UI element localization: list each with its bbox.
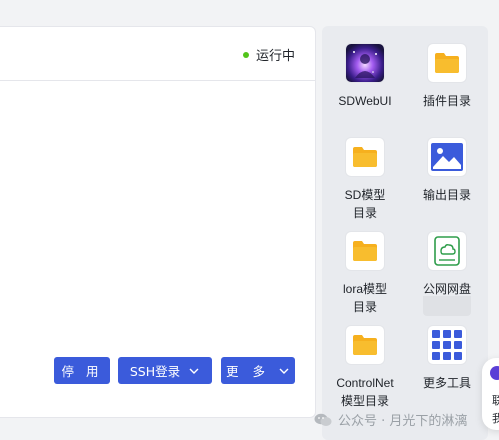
status-label: 运行中 [255,49,295,64]
app-sdwebui[interactable]: SDWebUI [327,44,403,110]
app-plugin-dir[interactable]: 插件目录 [409,44,485,110]
folder-icon [428,44,466,82]
app-label: lora模型 目录 [342,282,387,314]
chevron-down-icon [279,368,289,374]
status-dot [242,51,249,58]
app-sd-model-dir[interactable]: SD模型 目录 [327,138,403,222]
app-label: 输出目录 [422,188,471,202]
cloud-drive-icon [428,232,466,270]
sdwebui-logo [346,44,384,82]
app-label: SD模型 目录 [344,188,386,220]
more-button[interactable]: 更 多 [221,357,295,384]
app-label: 公网网盘 [422,282,471,296]
stop-button-label: 停 用 [61,364,103,379]
watermark-text: 公众号 · 月光下的淋漓 [338,414,468,429]
stop-button[interactable]: 停 用 [54,357,110,384]
image-icon [428,138,466,176]
ssh-login-button[interactable]: SSH登录 [118,357,212,384]
chat-line-2: 我 [492,412,499,425]
chevron-down-icon [189,368,199,374]
folder-icon [346,232,384,270]
app-public-drive[interactable]: 公网网盘 [409,232,485,298]
app-output-dir[interactable]: 输出目录 [409,138,485,204]
chat-line-1: 联 [492,394,499,407]
grid-icon [428,326,466,364]
instance-card: 运行中 停 用 SSH登录 更 多 [0,26,316,418]
app-more-tools[interactable]: 更多工具 [409,326,485,392]
app-label: 更多工具 [422,376,471,390]
app-controlnet-model-dir[interactable]: ControlNet 模型目录 [327,326,403,410]
watermark: 公众号 · 月光下的淋漓 [314,410,467,429]
app-lora-model-dir[interactable]: lora模型 目录 [327,232,403,316]
chat-widget[interactable]: 联 我 [482,358,499,430]
app-label: ControlNet 模型目录 [336,376,394,408]
ssh-button-label: SSH登录 [129,364,181,379]
card-header: 运行中 [0,27,315,81]
more-button-label: 更 多 [226,364,270,379]
folder-icon [346,138,384,176]
chat-icon [490,366,499,380]
wechat-icon [314,413,332,426]
status-indicator: 运行中 [242,45,295,64]
app-label: 插件目录 [422,94,471,108]
hover-shade [423,296,471,316]
app-label: SDWebUI [338,94,392,108]
folder-icon [346,326,384,364]
